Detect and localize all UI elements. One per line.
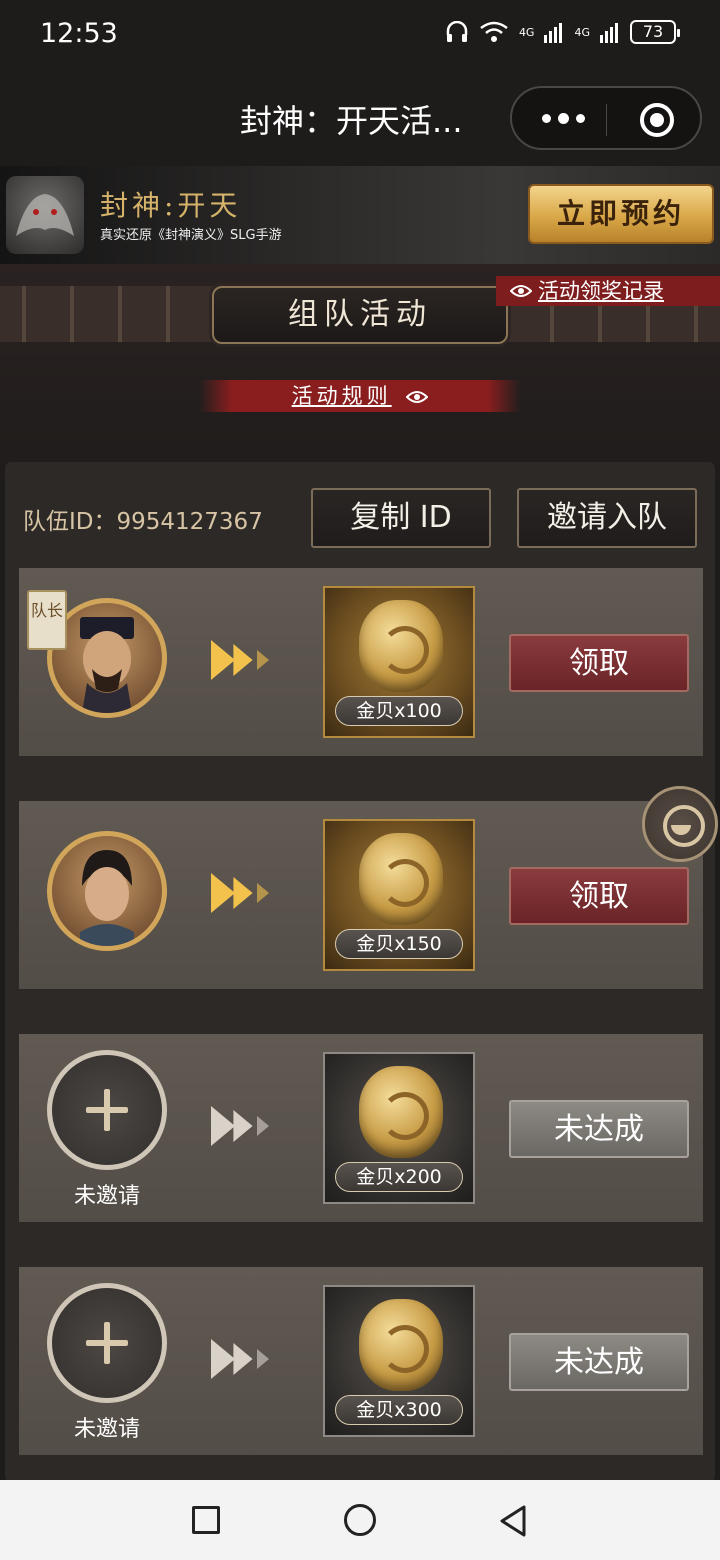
progress-arrows [211,873,275,913]
add-member-icon[interactable] [47,1283,167,1403]
rules-label: 活动规则 [291,384,392,408]
gold-shell-icon [359,833,443,925]
reward-row: 金贝x150 领取 [19,801,703,989]
home-icon[interactable] [344,1504,376,1536]
game-slogan: 真实还原《封神演义》SLG手游 [100,228,282,243]
progress-arrows [211,1106,275,1146]
gold-shell-icon [359,1299,443,1391]
signal-4g-label-2: 4G [574,25,590,39]
not-achieved-button[interactable]: 未达成 [509,1100,689,1158]
invite-button[interactable]: 邀请入队 [517,488,697,548]
battery-icon: 73 [630,20,680,44]
reward-row: 队长 金贝x100 领取 [19,568,703,756]
game-name: 封神:开天 [100,189,242,222]
game-banner[interactable]: 封神:开天 真实还原《封神演义》SLG手游 立即预约 [0,166,720,264]
signal-4g-label: 4G [518,25,535,39]
capsule-divider [606,104,607,136]
reward-box: 金贝x200 [323,1052,475,1204]
section-plaque: 组队活动 [212,286,508,344]
page-title: 封神：开天活... [240,102,463,140]
not-invited-label: 未邀请 [73,1417,140,1442]
team-panel: 队伍ID：9954127367 复制 ID 邀请入队 队长 金贝x100 领取 … [5,462,715,1482]
gold-shell-icon [359,1066,443,1158]
reward-record-label: 活动领奖记录 [538,279,664,303]
customer-service-icon[interactable] [642,786,718,862]
signal-icon-2 [600,23,618,43]
reward-box: 金贝x100 [323,586,475,738]
reserve-button[interactable]: 立即预约 [528,184,714,244]
gold-shell-icon [359,600,443,692]
not-achieved-button[interactable]: 未达成 [509,1333,689,1391]
reward-amount: 金贝x200 [335,1162,463,1192]
progress-arrows [211,640,275,680]
title-bar: 封神：开天活... [0,70,720,166]
status-time: 12:53 [40,18,118,49]
close-mini-program-icon[interactable] [640,103,674,137]
reward-amount: 金贝x150 [335,929,463,959]
system-nav-bar [0,1480,720,1560]
more-options-icon[interactable] [542,113,585,124]
mini-program-capsule [510,86,702,150]
wifi-icon [480,21,508,42]
add-member-icon[interactable] [47,1050,167,1170]
section-title: 组队活动 [288,297,432,332]
not-invited-label: 未邀请 [73,1184,140,1209]
game-app-icon [6,176,84,254]
reward-row: 未邀请 金贝x300 未达成 [19,1267,703,1455]
captain-badge: 队长 [27,590,67,650]
reward-amount: 金贝x300 [335,1395,463,1425]
progress-arrows [211,1339,275,1379]
status-bar: 12:53 4G 4G 73 [0,0,720,70]
claim-button[interactable]: 领取 [509,867,689,925]
signal-icon [544,23,563,43]
reward-box: 金贝x150 [323,819,475,971]
reward-record-link[interactable]: 活动领奖记录 [496,276,720,306]
back-icon[interactable] [498,1504,528,1538]
activity-header: 组队活动 活动领奖记录 活动规则 [0,264,720,480]
member-avatar [47,831,167,951]
headphones-icon [446,21,468,42]
rules-link[interactable]: 活动规则 [200,380,520,412]
claim-button[interactable]: 领取 [509,634,689,692]
reward-row: 未邀请 金贝x200 未达成 [19,1034,703,1222]
eye-icon [406,391,429,403]
reward-box: 金贝x300 [323,1285,475,1437]
team-id: 队伍ID：9954127367 [23,509,263,535]
reward-amount: 金贝x100 [335,696,463,726]
status-icons: 4G 4G 73 [445,20,680,44]
eye-icon [510,285,532,297]
recent-apps-icon[interactable] [192,1506,220,1534]
copy-id-button[interactable]: 复制 ID [311,488,491,548]
